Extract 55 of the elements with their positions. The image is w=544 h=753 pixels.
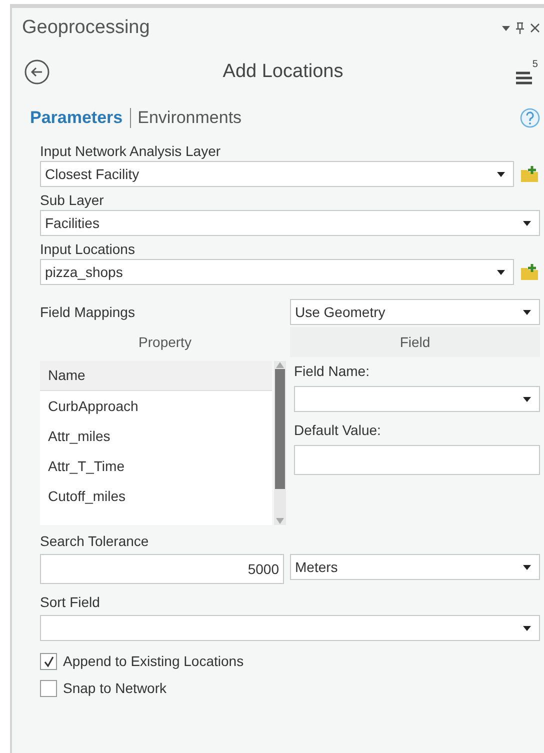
caret-icon <box>523 564 531 570</box>
parameter-dropdown[interactable]: pizza_shops <box>40 259 514 285</box>
default-value-label: Default Value: <box>294 421 382 440</box>
column-header: Field <box>290 327 540 357</box>
caret-icon <box>497 172 505 176</box>
dropdown-icon[interactable] <box>502 26 510 30</box>
tool-title: Add Locations <box>222 60 344 84</box>
caret-icon <box>523 220 531 226</box>
list-item[interactable]: Cutoff_miles <box>40 481 272 511</box>
back-icon[interactable] <box>24 59 50 85</box>
default-value-field[interactable] <box>294 445 540 475</box>
dropdown-value: Use Geometry <box>295 302 386 322</box>
field-mappings-dropdown[interactable]: Use Geometry <box>290 299 540 325</box>
list-item[interactable]: CurbApproach <box>40 391 272 421</box>
add-folder-icon[interactable] <box>520 165 540 183</box>
pane-title: Geoprocessing <box>22 16 150 40</box>
dropdown-value: Meters <box>295 558 338 576</box>
checkbox[interactable] <box>40 680 57 697</box>
pin-icon[interactable] <box>516 22 524 34</box>
parameter-label: Input Locations <box>40 240 136 259</box>
sort-field-label: Sort Field <box>40 593 101 612</box>
parameter-label: Input Network Analysis Layer <box>40 142 222 161</box>
add-folder-icon[interactable] <box>520 263 540 281</box>
checkbox-label: Append to Existing Locations <box>63 652 244 671</box>
checkbox[interactable] <box>40 653 57 670</box>
list-item[interactable]: Attr_miles <box>40 421 272 451</box>
menu-count: 5 <box>532 58 538 72</box>
list-item[interactable]: Attr_T_Time <box>40 451 272 481</box>
caret-icon <box>523 396 531 402</box>
dropdown-value: Closest Facility <box>45 164 140 184</box>
parameter-label: Sub Layer <box>40 191 105 210</box>
menu-icon <box>516 71 532 85</box>
unit-dropdown[interactable]: Meters <box>290 554 540 580</box>
caret-icon <box>523 626 531 630</box>
parameter-dropdown[interactable]: Facilities <box>40 210 540 236</box>
field-name-dropdown[interactable] <box>294 386 540 412</box>
tolerance-field[interactable]: 5000 <box>40 554 284 584</box>
search-tolerance-label: Search Tolerance <box>40 532 150 551</box>
dropdown-value: Facilities <box>45 214 100 232</box>
checkbox-label: Snap to Network <box>63 679 166 698</box>
scroll-down-icon[interactable] <box>275 517 285 525</box>
caret-icon <box>497 270 505 274</box>
sort-field-dropdown[interactable] <box>40 615 540 641</box>
dropdown-value: pizza_shops <box>45 262 123 282</box>
list-header: Name <box>40 361 272 391</box>
field-name-label: Field Name: <box>294 362 370 381</box>
field-mappings-label: Field Mappings <box>40 302 136 322</box>
caret-icon <box>523 310 531 314</box>
column-header: Property <box>138 332 192 352</box>
tab[interactable]: Environments <box>138 105 242 131</box>
close-icon[interactable] <box>530 23 540 33</box>
help-icon[interactable] <box>520 108 540 128</box>
scrollbar[interactable] <box>274 361 286 525</box>
tab[interactable]: Parameters <box>30 105 123 131</box>
parameter-dropdown[interactable]: Closest Facility <box>40 161 514 187</box>
